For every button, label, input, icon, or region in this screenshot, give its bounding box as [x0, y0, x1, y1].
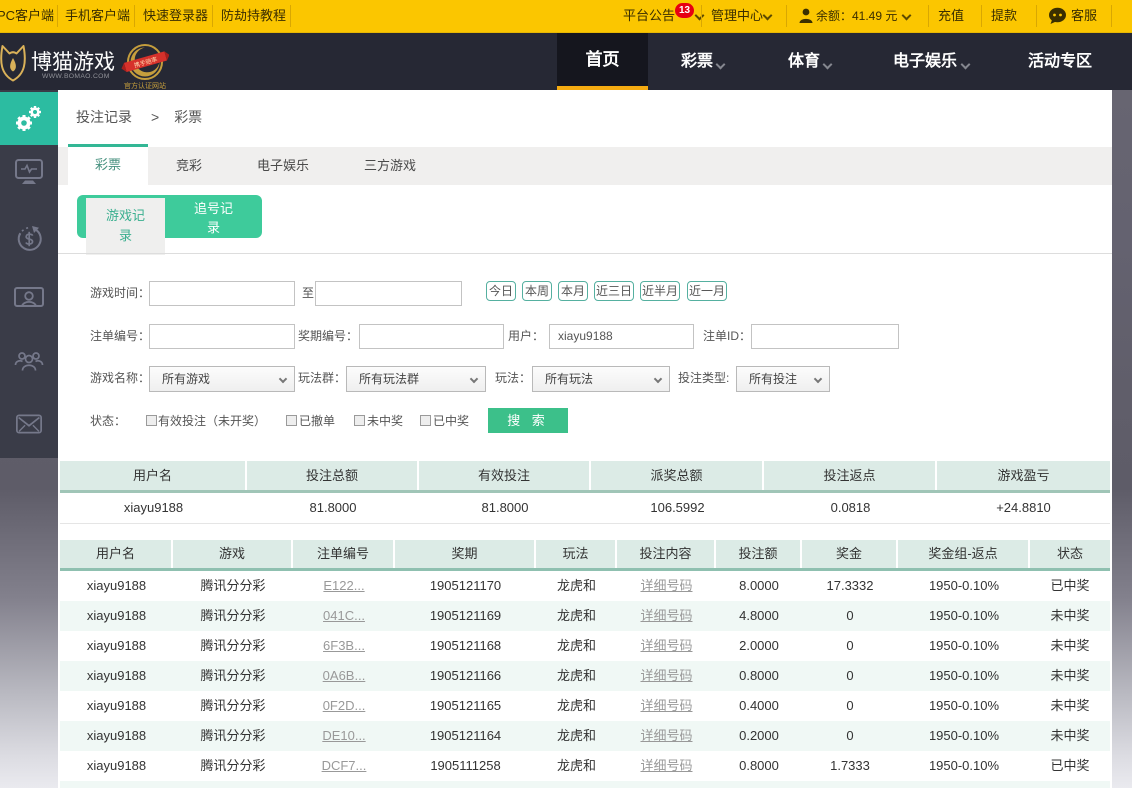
svg-text:官方认证网站: 官方认证网站 — [124, 81, 166, 90]
